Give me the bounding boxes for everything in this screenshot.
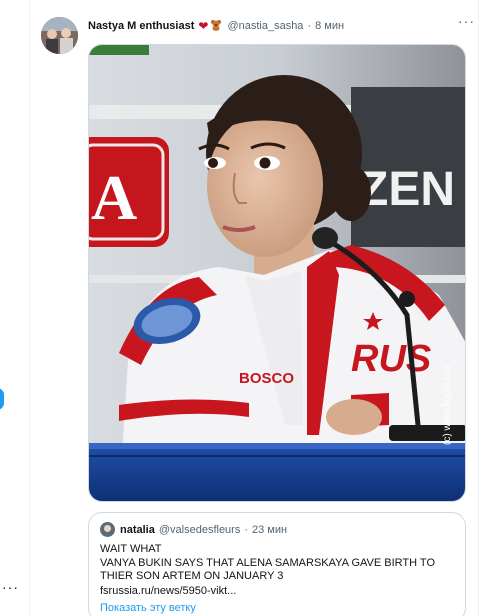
quoted-text-line: THIER SON ARTEM ON JANUARY 3 <box>100 570 284 582</box>
jacket-emblem-text: RUS <box>351 338 431 380</box>
quoted-tweet-header: natalia @valsedesfleurs · 23 мин <box>100 522 454 537</box>
quoted-text-line: VANYA BUKIN SAYS THAT ALENA SAMARSKAYA G… <box>100 556 436 569</box>
sign-left-text: A <box>91 162 137 233</box>
sign-right-text: ZEN <box>359 163 455 216</box>
quoted-tweet-text: WAIT WHAT VANYA BUKIN SAYS THAT ALENA SA… <box>100 543 454 584</box>
jacket-logo-text: BOSCO <box>239 370 294 387</box>
quoted-avatar[interactable] <box>100 522 115 537</box>
separator: · <box>244 523 249 536</box>
avatar[interactable] <box>41 17 78 54</box>
more-icon[interactable]: ··· <box>458 14 475 28</box>
tweet-header: Nastya M enthusiast ❤ @nastia_sasha · 8 … <box>88 17 344 35</box>
watermark: (c) www.figurist.ru <box>442 366 453 445</box>
quoted-author-name[interactable]: natalia <box>120 524 155 536</box>
left-navigation-rail: ··· <box>0 0 30 616</box>
tweet-photo[interactable]: A ZEN RUS BOSCO (c) www.figurist.ru <box>88 44 466 502</box>
timeline-divider <box>478 0 479 616</box>
tweet[interactable]: Nastya M enthusiast ❤ @nastia_sasha · 8 … <box>31 0 477 616</box>
quoted-author-handle[interactable]: @valsedesfleurs <box>159 524 240 536</box>
teddy-bear-icon <box>210 19 222 34</box>
quoted-tweet[interactable]: natalia @valsedesfleurs · 23 мин WAIT WH… <box>88 512 466 616</box>
show-thread-link[interactable]: Показать эту ветку <box>100 600 454 616</box>
separator: · <box>307 20 312 32</box>
tweet-button-edge[interactable] <box>0 388 4 410</box>
timestamp[interactable]: 8 мин <box>315 20 344 32</box>
quoted-timestamp[interactable]: 23 мин <box>252 524 287 536</box>
heart-icon: ❤ <box>198 19 209 33</box>
watermark-text: (c) www.figurist.ru <box>442 366 453 445</box>
quoted-text-line: WAIT WHAT <box>100 543 162 555</box>
quoted-link[interactable]: fsrussia.ru/news/5950-vikt... <box>100 584 454 598</box>
author-handle[interactable]: @nastia_sasha <box>227 20 303 32</box>
more-options-icon[interactable]: ··· <box>2 580 19 594</box>
author-name[interactable]: Nastya M enthusiast <box>88 20 194 32</box>
